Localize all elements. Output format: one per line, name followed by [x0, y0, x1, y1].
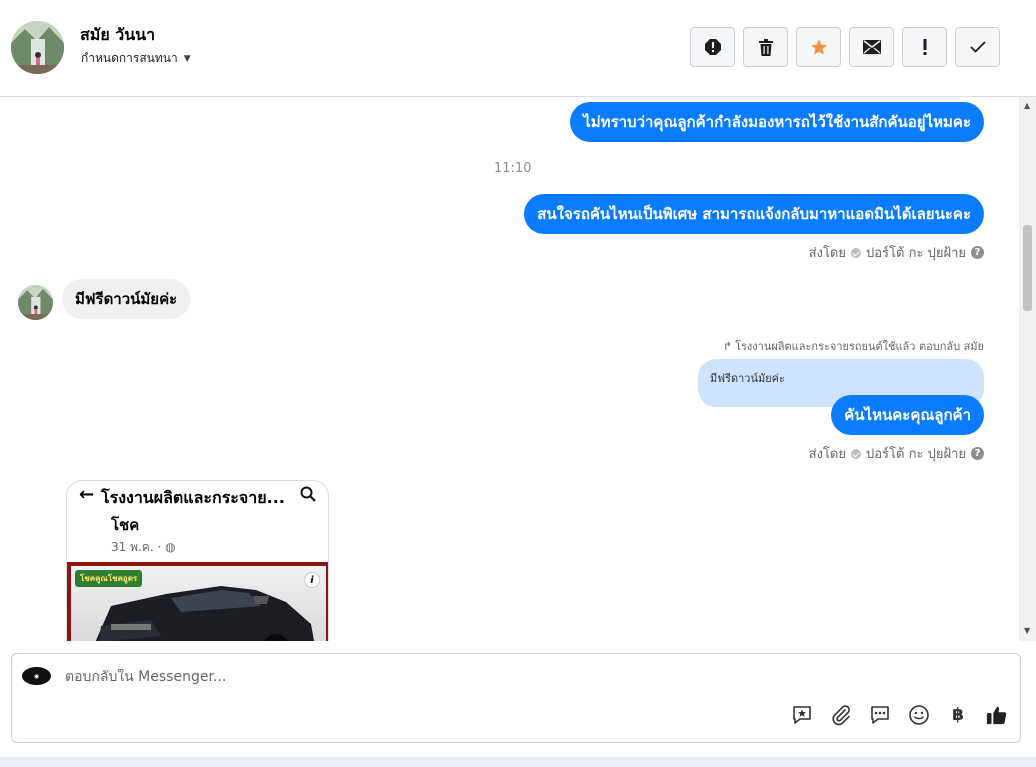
sent-check-icon	[851, 448, 861, 459]
outgoing-message: ไม่ทราบว่าคุณลูกค้ากำลังมองหารถไว้ใช้งาน…	[570, 102, 984, 142]
reply-header-text: โรงงานผลิตและกระจายรถยนต์ใช้แล้ว ตอบกลับ…	[735, 340, 984, 353]
exclamation-icon	[923, 39, 926, 55]
message-thread[interactable]: ไม่ทราบว่าคุณลูกค้ากำลังมองหารถไว้ใช้งาน…	[0, 97, 1019, 641]
like-button[interactable]	[986, 704, 1008, 726]
baht-icon: ฿	[952, 705, 964, 725]
help-icon[interactable]: ?	[971, 246, 984, 259]
globe-icon: ◍	[165, 540, 176, 554]
contact-avatar[interactable]	[11, 21, 64, 74]
thread-scrollbar[interactable]: ▲ ▼	[1019, 97, 1036, 641]
sent-by-name: ปอร์โต้ กะ ปุยฝ้าย	[866, 447, 966, 462]
outgoing-message: สนใจรถคันไหนเป็นพิเศษ สามารถแจ้งกลับมาหา…	[524, 194, 984, 234]
sent-check-icon	[851, 247, 861, 258]
composer-toolbar: ฿	[791, 704, 1008, 726]
thumbs-up-icon	[986, 706, 1007, 725]
reply-input[interactable]	[65, 669, 765, 685]
mark-done-button[interactable]	[955, 27, 1000, 67]
alert-icon	[704, 39, 721, 55]
shared-post-screenshot[interactable]: ← โรงงานผลิตและกระจาย... โชค 31 พ.ค. · ◍…	[66, 480, 329, 641]
shared-post-title: โรงงานผลิตและกระจาย...	[101, 488, 285, 507]
priority-button[interactable]	[902, 27, 947, 67]
sent-by-label: ส่งโดย	[808, 246, 846, 261]
payment-button[interactable]: ฿	[947, 704, 969, 726]
follow-up-button[interactable]	[796, 27, 841, 67]
assign-conversation-dropdown[interactable]: กำหนดการสนทนา ▼	[81, 49, 191, 68]
composer-box: ◉ ฿	[11, 653, 1021, 743]
scroll-down-arrow-icon[interactable]: ▼	[1024, 626, 1030, 635]
quick-replies-button[interactable]	[869, 704, 891, 726]
contact-name: สมัย วันนา	[80, 25, 156, 44]
shared-post-date: 31 พ.ค. · ◍	[111, 538, 176, 557]
envelope-icon	[862, 40, 881, 54]
caret-down-icon: ▼	[183, 53, 191, 64]
emoji-button[interactable]	[908, 704, 930, 726]
contact-avatar-small[interactable]	[18, 285, 53, 320]
dealer-logo-tag: โชคคูณโชคอูตร	[75, 570, 143, 587]
mark-spam-button[interactable]	[690, 27, 735, 67]
assign-label: กำหนดการสนทนา	[81, 51, 178, 65]
shared-post-author: โชค	[111, 516, 140, 534]
reply-header: ↱ โรงงานผลิตและกระจายรถยนต์ใช้แล้ว ตอบกล…	[723, 337, 984, 355]
shared-post-date-text: 31 พ.ค. ·	[111, 540, 162, 554]
page-logo-icon: ◉	[22, 667, 51, 685]
trash-icon	[758, 38, 773, 56]
conversation-actions	[690, 27, 1000, 67]
info-icon[interactable]: i	[304, 572, 320, 588]
saved-reply-icon	[793, 706, 811, 724]
scrollbar-thumb[interactable]	[1023, 225, 1032, 311]
outgoing-reply-message: คันไหนคะคุณลูกค้า	[831, 395, 984, 435]
help-icon[interactable]: ?	[971, 447, 984, 460]
sent-by-label: ส่งโดย	[808, 447, 846, 462]
attach-button[interactable]	[830, 704, 852, 726]
sent-by-info: ส่งโดย ปอร์โต้ กะ ปุยฝ้าย ?	[809, 242, 984, 263]
star-icon	[810, 39, 827, 55]
sent-by-info: ส่งโดย ปอร์โต้ กะ ปุยฝ้าย ?	[809, 443, 984, 464]
saved-reply-button[interactable]	[791, 704, 813, 726]
conversation-header: สมัย วันนา กำหนดการสนทนา ▼	[0, 0, 1036, 97]
composer: ◉ ฿	[0, 641, 1036, 757]
car-photo: โชคคูณโชคอูตร i	[67, 562, 328, 641]
paperclip-icon	[832, 705, 850, 726]
mark-unread-button[interactable]	[849, 27, 894, 67]
smiley-icon	[909, 705, 929, 725]
message-timestamp: 11:10	[494, 161, 532, 176]
search-icon	[300, 486, 316, 502]
delete-button[interactable]	[743, 27, 788, 67]
back-arrow-icon: ←	[79, 484, 95, 505]
scroll-up-arrow-icon[interactable]: ▲	[1024, 101, 1030, 110]
check-icon	[969, 41, 986, 53]
chat-bubble-icon	[871, 706, 889, 724]
sent-by-name: ปอร์โต้ กะ ปุยฝ้าย	[866, 246, 966, 261]
reply-arrow-icon: ↱	[722, 339, 733, 353]
incoming-message: มีฟรีดาวน์มัยค่ะ	[62, 279, 191, 319]
